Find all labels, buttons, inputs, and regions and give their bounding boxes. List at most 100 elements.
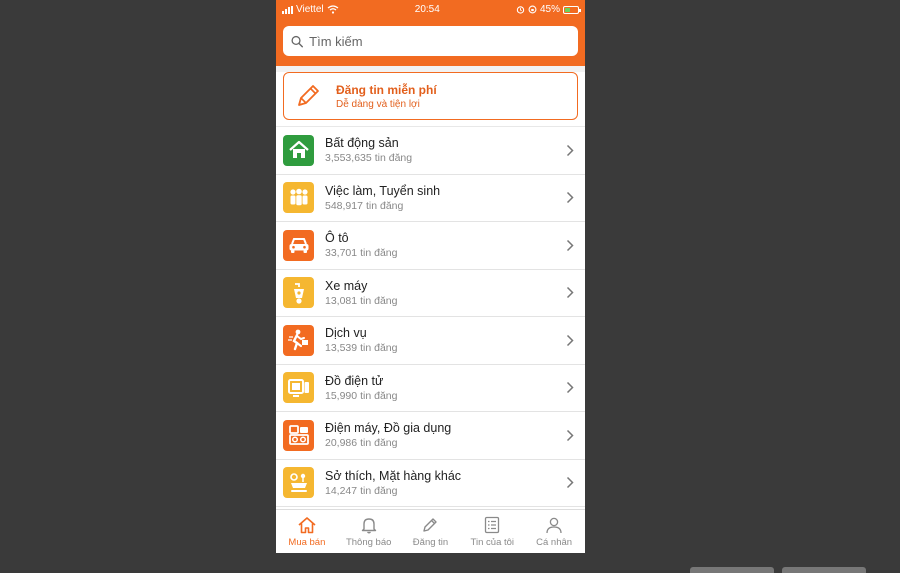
battery-percent: 45% — [539, 4, 560, 15]
category-name: Ô tô — [325, 231, 349, 246]
pencil-icon — [423, 517, 438, 532]
search-input[interactable] — [309, 33, 570, 49]
category-name: Việc làm, Tuyển sinh — [325, 183, 441, 198]
tab-ca-nhan[interactable]: Cá nhân — [523, 510, 585, 553]
status-bar-left: Viettel — [282, 4, 339, 15]
carrier-name: Viettel — [296, 4, 324, 15]
category-item-viec-lam[interactable]: Việc làm, Tuyển sinh 548,917 tin đăng — [276, 175, 585, 222]
category-count-value: 20,986 — [325, 437, 358, 450]
category-item-do-dien-tu[interactable]: Đồ điện tử 15,990 tin đăng — [276, 365, 585, 412]
post-ad-card[interactable]: Đăng tin miễn phí Dễ dàng và tiện lợi — [283, 72, 578, 120]
category-count: 20,986 tin đăng — [325, 437, 562, 449]
rotation-lock-icon — [528, 5, 537, 14]
category-count-value: 548,917 — [325, 199, 363, 212]
wifi-icon — [327, 5, 339, 14]
tab-dang-tin[interactable]: Đăng tin — [400, 510, 462, 553]
chevron-right-icon — [562, 332, 578, 348]
alarm-icon — [516, 6, 525, 14]
house-icon — [283, 134, 314, 166]
category-count-unit: tin đăng — [360, 294, 398, 307]
post-ad-text: Đăng tin miễn phí Dễ dàng và tiện lợi — [336, 83, 437, 110]
category-count: 33,701 tin đăng — [325, 247, 562, 259]
post-ad-subtitle: Dễ dàng và tiện lợi — [336, 98, 420, 110]
category-name: Điện máy, Đồ gia dụng — [325, 421, 452, 436]
category-count-unit: tin đăng — [360, 342, 398, 355]
tab-label: Tin của tôi — [470, 536, 515, 548]
category-list: Bất động sản 3,553,635 tin đăng Việc làm,… — [276, 126, 585, 507]
category-count-value: 3,553,635 — [325, 152, 372, 165]
category-text: Điện máy, Đồ gia dụng 20,986 tin đăng — [325, 421, 562, 449]
category-count-unit: tin đăng — [360, 389, 398, 402]
chevron-right-icon — [562, 190, 578, 206]
category-count-unit: tin đăng — [365, 199, 404, 212]
tab-tin-cua-toi[interactable]: Tin của tôi — [461, 510, 523, 553]
category-item-bat-dong-san[interactable]: Bất động sản 3,553,635 tin đăng — [276, 127, 585, 175]
category-name: Đồ điện tử — [325, 373, 384, 388]
battery-icon — [562, 5, 581, 14]
category-count-unit: tin đăng — [374, 152, 413, 165]
category-item-dich-vu[interactable]: Dịch vụ 13,539 tin đăng — [276, 317, 585, 365]
search-icon — [291, 35, 303, 47]
category-text: Đồ điện tử 15,990 tin đăng — [325, 374, 562, 402]
bell-icon — [361, 517, 376, 533]
bottom-tab-bar: Mua bán Thông báo Đăng tin Tin của tôi C… — [276, 509, 585, 553]
courier-icon — [283, 324, 314, 356]
person-icon — [546, 517, 562, 533]
chevron-right-icon — [562, 475, 578, 491]
chevron-right-icon — [562, 285, 578, 301]
category-name: Sở thích, Mặt hàng khác — [325, 468, 462, 483]
category-text: Dịch vụ 13,539 tin đăng — [325, 326, 562, 354]
category-item-o-to[interactable]: Ô tô 33,701 tin đăng — [276, 222, 585, 270]
chevron-right-icon — [562, 237, 578, 253]
category-text: Bất động sản 3,553,635 tin đăng — [325, 136, 562, 164]
category-count-value: 13,081 — [325, 294, 358, 307]
electronics-icon — [283, 372, 314, 404]
scooter-icon — [283, 277, 314, 309]
category-count-value: 14,247 — [325, 484, 358, 497]
people-icon — [283, 182, 314, 214]
category-count-value: 13,539 — [325, 342, 358, 355]
tab-label: Cá nhân — [536, 536, 573, 548]
category-count: 13,539 tin đăng — [325, 342, 562, 354]
category-text: Việc làm, Tuyển sinh 548,917 tin đăng — [325, 184, 562, 212]
category-item-xe-may[interactable]: Xe máy 13,081 tin đăng — [276, 270, 585, 317]
category-count-value: 15,990 — [325, 389, 358, 402]
category-count: 13,081 tin đăng — [325, 295, 562, 307]
category-count: 15,990 tin đăng — [325, 390, 562, 402]
home-icon — [298, 516, 316, 533]
category-item-so-thich[interactable]: Sở thích, Mặt hàng khác 14,247 tin đăng — [276, 460, 585, 507]
category-name: Dịch vụ — [325, 326, 367, 341]
pencil-icon — [298, 85, 319, 106]
tab-mua-ban[interactable]: Mua bán — [276, 510, 338, 553]
category-count-unit: tin đăng — [360, 247, 398, 260]
hobby-icon — [283, 467, 314, 499]
tab-label: Thông báo — [345, 536, 392, 548]
list-icon — [485, 516, 500, 533]
search-box[interactable] — [283, 26, 578, 56]
category-text: Sở thích, Mặt hàng khác 14,247 tin đăng — [325, 469, 562, 497]
category-item-dien-may[interactable]: Điện máy, Đồ gia dụng 20,986 tin đăng — [276, 412, 585, 460]
category-name: Bất động sản — [325, 136, 399, 151]
chevron-right-icon — [562, 427, 578, 443]
taskbar-button — [782, 567, 866, 573]
category-count-unit: tin đăng — [360, 437, 398, 450]
chevron-right-icon — [562, 142, 578, 158]
status-bar: Viettel 20:54 45% — [276, 0, 585, 19]
category-text: Xe máy 13,081 tin đăng — [325, 279, 562, 307]
car-icon — [283, 229, 314, 261]
phone-screen: Viettel 20:54 45% Đăng tin miễn phí Dễ d… — [276, 0, 585, 553]
category-count: 14,247 tin đăng — [325, 485, 562, 497]
category-count-unit: tin đăng — [360, 484, 398, 497]
tab-label: Đăng tin — [412, 536, 449, 548]
status-bar-right: 45% — [516, 4, 581, 15]
battery-level — [564, 7, 571, 12]
category-count: 548,917 tin đăng — [325, 200, 562, 212]
category-count: 3,553,635 tin đăng — [325, 152, 562, 164]
category-text: Ô tô 33,701 tin đăng — [325, 231, 562, 259]
tab-thong-bao[interactable]: Thông báo — [338, 510, 400, 553]
chevron-right-icon — [562, 380, 578, 396]
signal-icon — [282, 5, 293, 14]
category-count-value: 33,701 — [325, 247, 358, 260]
status-time: 20:54 — [414, 4, 440, 15]
appliance-icon — [283, 419, 314, 451]
